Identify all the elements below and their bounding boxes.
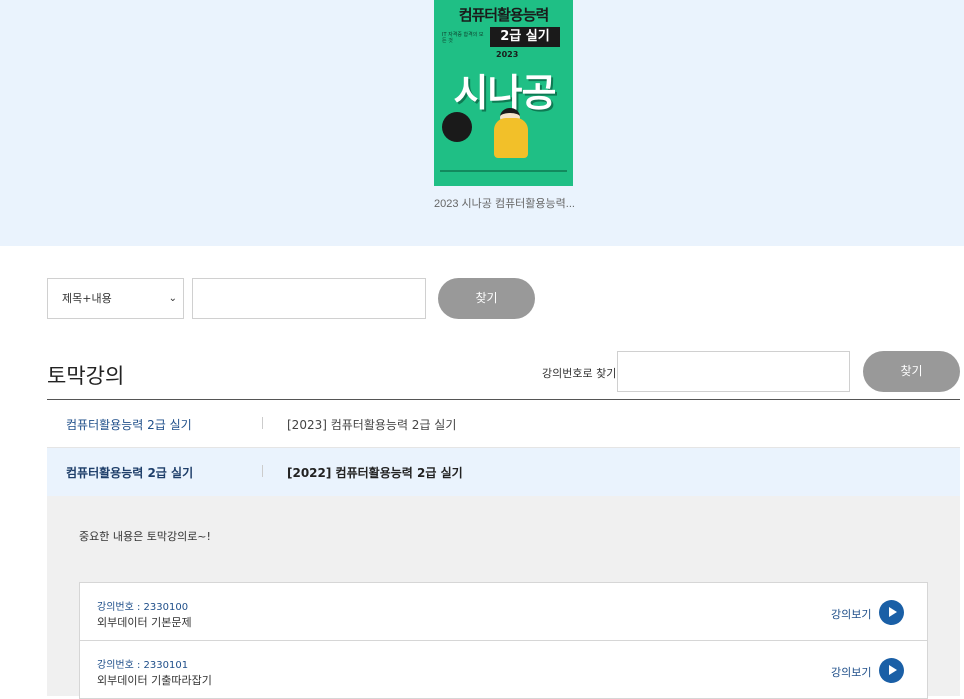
lecture-item: 강의번호 : 2330101 외부데이터 기출따라잡기 강의보기: [79, 640, 928, 699]
course-detail-panel: 중요한 내용은 토막강의로~! 강의번호 : 2330100 외부데이터 기본문…: [47, 496, 960, 699]
course-category: 컴퓨터활용능력 2급 실기: [66, 466, 194, 480]
search-type-select[interactable]: 제목+내용 ⌄: [47, 278, 184, 319]
course-name: [2023] 컴퓨터활용능력 2급 실기: [287, 418, 457, 432]
book-divider: [440, 170, 567, 172]
course-row[interactable]: 컴퓨터활용능력 2급 실기 [2023] 컴퓨터활용능력 2급 실기: [47, 400, 960, 448]
play-icon[interactable]: [879, 658, 904, 683]
play-icon[interactable]: [879, 600, 904, 625]
chevron-down-icon: ⌄: [168, 293, 177, 304]
lecture-item: 강의번호 : 2330100 외부데이터 기본문제 강의보기: [79, 582, 928, 641]
book-title-line1: 컴퓨터활용능력: [458, 6, 550, 24]
search-button[interactable]: 찾기: [438, 278, 535, 319]
book-title-line2: 2급 실기: [490, 27, 560, 47]
lecture-number: 강의번호 : 2330100: [97, 602, 189, 613]
lecture-title: 외부데이터 기출따라잡기: [97, 674, 212, 687]
column-separator: [262, 465, 263, 477]
lecture-title: 외부데이터 기본문제: [97, 616, 192, 629]
search-input[interactable]: [192, 278, 426, 319]
book-blurb: IT 자격증 합격의 모든 것: [442, 32, 484, 44]
book-year: 2023: [496, 50, 519, 59]
book-illustration-person: [494, 118, 528, 158]
course-category: 컴퓨터활용능력 2급 실기: [66, 418, 192, 432]
book-caption[interactable]: 2023 시나공 컴퓨터활용능력...: [434, 195, 634, 211]
book-badge: [442, 112, 472, 142]
column-separator: [262, 417, 263, 429]
lecture-number: 강의번호 : 2330101: [97, 660, 189, 671]
course-row-selected[interactable]: 컴퓨터활용능력 2급 실기 [2022] 컴퓨터활용능력 2급 실기: [47, 448, 960, 496]
lecture-number-label: 강의번호로 찾기: [542, 367, 617, 380]
lecture-number-search-button[interactable]: 찾기: [863, 351, 960, 392]
panel-intro: 중요한 내용은 토막강의로~!: [79, 530, 211, 543]
section-title: 토막강의: [47, 364, 125, 388]
lecture-list: 강의번호 : 2330100 외부데이터 기본문제 강의보기 강의번호 : 23…: [79, 582, 928, 699]
course-name: [2022] 컴퓨터활용능력 2급 실기: [287, 466, 463, 480]
lecture-number-input[interactable]: [617, 351, 850, 392]
search-type-value: 제목+내용: [62, 292, 112, 305]
view-lecture-link[interactable]: 강의보기: [831, 606, 871, 622]
book-cover[interactable]: 컴퓨터활용능력 2급 실기 IT 자격증 합격의 모든 것 2023 시나공: [434, 0, 573, 186]
hero-banner: 컴퓨터활용능력 2급 실기 IT 자격증 합격의 모든 것 2023 시나공 2…: [0, 0, 964, 246]
view-lecture-link[interactable]: 강의보기: [831, 664, 871, 680]
